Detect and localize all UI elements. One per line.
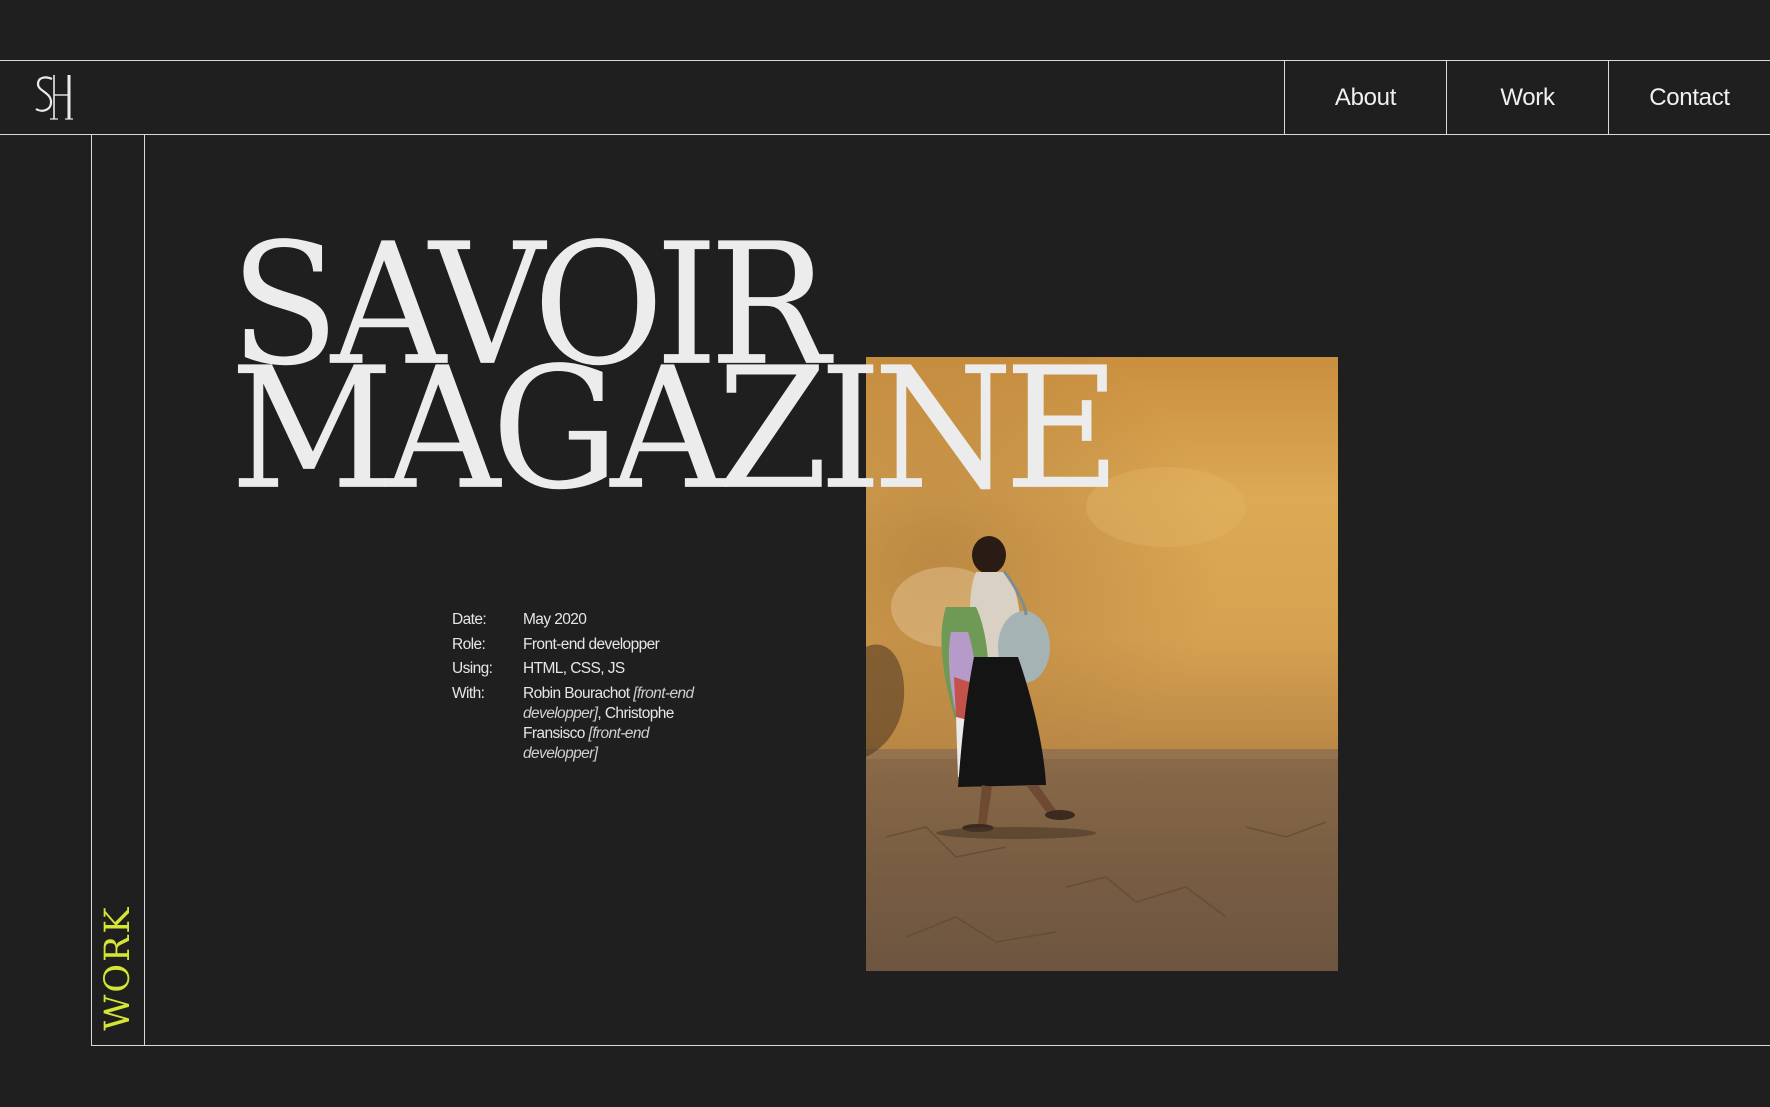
detail-value-role: Front-end developper: [523, 635, 660, 653]
detail-row-date: Date: May 2020: [452, 610, 722, 630]
nav-about[interactable]: About: [1284, 61, 1446, 134]
detail-label-role: Role:: [452, 635, 486, 653]
nav-contact[interactable]: Contact: [1608, 61, 1770, 134]
collaborator-1-name: Robin Bourachot: [523, 684, 630, 702]
collaborator-separator: ,: [597, 704, 602, 722]
project-title: SAVOIR MAGAZINE: [230, 221, 1121, 513]
detail-value-date: May 2020: [523, 611, 587, 628]
frame-line-left-outer: [91, 135, 92, 1046]
detail-row-with: With: Robin Bourachot [front-end develop…: [452, 684, 722, 764]
detail-row-using: Using: HTML, CSS, JS: [452, 659, 722, 679]
page: About Work Contact WORK SAVOIR MAGAZINE …: [0, 0, 1770, 1107]
project-title-line-2: MAGAZINE: [230, 330, 1121, 527]
logo-link[interactable]: [34, 73, 78, 123]
site-header: About Work Contact: [0, 60, 1770, 135]
project-details: Date: May 2020 Role: Front-end developpe…: [452, 610, 722, 768]
frame-line-left-inner: [144, 135, 145, 1046]
detail-label-using: Using:: [452, 660, 493, 677]
detail-value-using: HTML, CSS, JS: [523, 660, 625, 677]
detail-row-role: Role: Front-end developper: [452, 635, 722, 655]
detail-label-date: Date:: [452, 611, 487, 628]
main-nav: About Work Contact: [1284, 61, 1770, 134]
section-label-work: WORK: [98, 905, 138, 1031]
detail-label-with: With:: [452, 684, 485, 702]
frame-line-bottom: [91, 1045, 1770, 1046]
detail-value-with: Robin Bourachot [front-end developper], …: [523, 684, 722, 764]
logo-monogram-icon: [35, 75, 73, 120]
nav-work[interactable]: Work: [1446, 61, 1608, 134]
